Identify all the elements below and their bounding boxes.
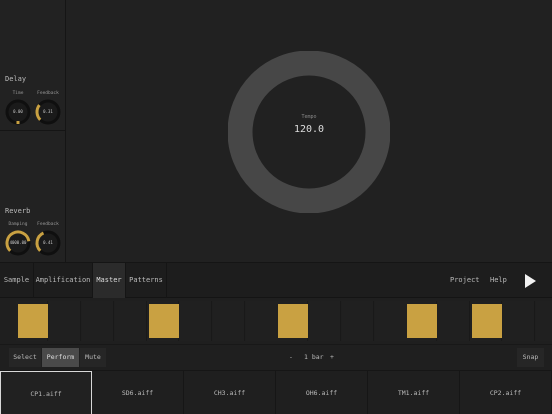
sample-slot[interactable]: CP1.aiff <box>0 371 92 414</box>
knob-label: Time <box>12 91 24 96</box>
sample-slot[interactable]: TM1.aiff <box>368 371 460 414</box>
effects-panel: Delay Time 0.00 Feedback 0.31 Reverb Dam… <box>0 0 66 262</box>
step-pad[interactable] <box>180 301 212 341</box>
tab-amplification[interactable]: Amplification <box>34 263 93 298</box>
mode-row: Select Perform Mute - 1 bar + Snap <box>0 344 552 370</box>
tab-sample[interactable]: Sample <box>0 263 34 298</box>
step-pad[interactable] <box>49 301 81 341</box>
step-pad[interactable] <box>82 301 114 341</box>
step-pad-active-fill <box>278 304 308 338</box>
step-pad-active-fill <box>149 304 179 338</box>
step-pad[interactable] <box>470 301 502 341</box>
delay-time-knob[interactable]: Time 0.00 <box>4 90 32 126</box>
step-pad[interactable] <box>405 301 437 341</box>
snap-button[interactable]: Snap <box>517 348 544 367</box>
step-pad[interactable] <box>342 301 374 341</box>
mute-mode-button[interactable]: Mute <box>80 348 106 367</box>
step-pad-active-fill <box>407 304 437 338</box>
step-sequencer <box>0 298 552 344</box>
knob-value: 4000.00 <box>9 240 27 245</box>
step-pad[interactable] <box>16 301 48 341</box>
delay-section: Delay Time 0.00 Feedback 0.31 <box>0 0 66 131</box>
reverb-section: Reverb Damping 4000.00 Feedback 0.41 <box>0 131 66 262</box>
tempo-dial[interactable]: Tempo 120.0 <box>227 50 391 214</box>
bar-length-value: 1 bar <box>304 353 324 361</box>
perform-mode-button[interactable]: Perform <box>42 348 79 367</box>
knob-label: Damping <box>8 222 28 227</box>
step-pad-active-fill <box>472 304 502 338</box>
bar-increment-button[interactable]: + <box>330 348 334 367</box>
delay-title: Delay <box>5 75 27 83</box>
knob-label: Feedback <box>37 91 59 96</box>
help-button[interactable]: Help <box>490 263 507 298</box>
tab-patterns[interactable]: Patterns <box>126 263 167 298</box>
step-pad[interactable] <box>147 301 179 341</box>
tab-master[interactable]: Master <box>93 263 126 298</box>
knob-level-marker <box>16 121 20 124</box>
project-button[interactable]: Project <box>450 263 480 298</box>
sample-slot[interactable]: CP2.aiff <box>460 371 552 414</box>
step-pad[interactable] <box>309 301 341 341</box>
step-pad[interactable] <box>375 301 407 341</box>
reverb-feedback-knob[interactable]: Feedback 0.41 <box>34 221 62 257</box>
step-pad[interactable] <box>213 301 245 341</box>
knob-label: Feedback <box>37 222 59 227</box>
delay-feedback-knob[interactable]: Feedback 0.31 <box>34 90 62 126</box>
reverb-damping-knob[interactable]: Damping 4000.00 <box>4 221 32 257</box>
bar-decrement-button[interactable]: - <box>289 348 293 367</box>
play-icon[interactable] <box>522 273 538 289</box>
step-pad[interactable] <box>536 301 552 341</box>
step-pad[interactable] <box>438 301 470 341</box>
sample-slot[interactable]: OH6.aiff <box>276 371 368 414</box>
knob-value: 0.31 <box>43 109 53 114</box>
step-pad[interactable] <box>115 301 147 341</box>
tab-bar: Sample Amplification Master Patterns Pro… <box>0 262 552 298</box>
knob-value: 0.00 <box>13 109 23 114</box>
sample-slots: CP1.aiff SD6.aiff CH3.aiff OH6.aiff TM1.aiff… <box>0 370 552 414</box>
step-pad[interactable] <box>276 301 308 341</box>
select-mode-button[interactable]: Select <box>9 348 41 367</box>
step-pad[interactable] <box>503 301 535 341</box>
sample-slot[interactable]: SD6.aiff <box>92 371 184 414</box>
sample-slot[interactable]: CH3.aiff <box>184 371 276 414</box>
knob-value: 0.41 <box>43 240 53 245</box>
reverb-title: Reverb <box>5 207 31 215</box>
tempo-value: 120.0 <box>293 124 325 135</box>
tempo-label: Tempo <box>301 114 317 120</box>
step-pad[interactable] <box>246 301 278 341</box>
step-pad-active-fill <box>18 304 48 338</box>
